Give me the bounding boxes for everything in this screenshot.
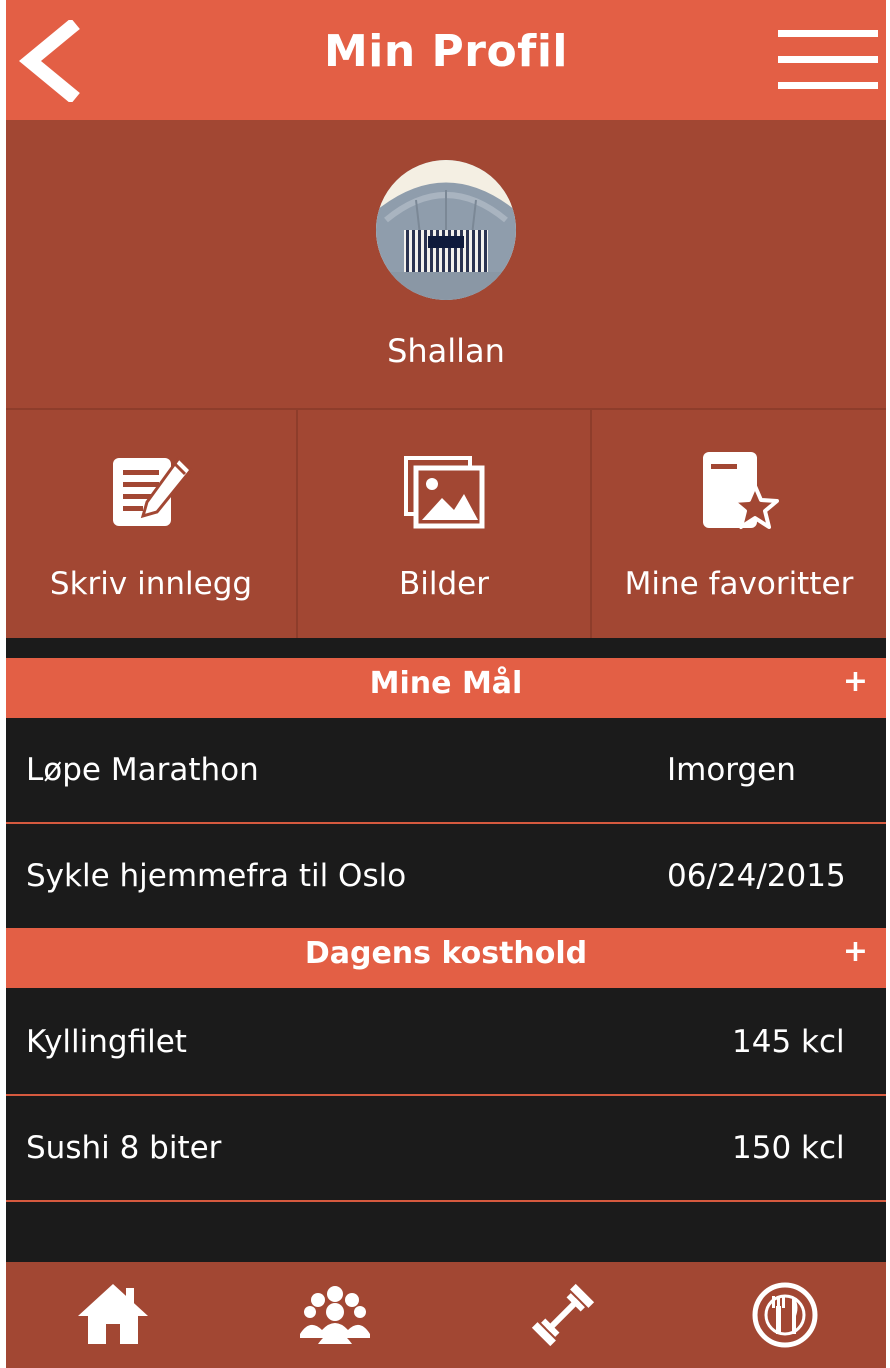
pictures-icon: [404, 456, 485, 529]
goals-title: Mine Mål: [369, 666, 523, 701]
goal-name: Løpe Marathon: [26, 752, 259, 788]
meal-name: Sushi 8 biter: [26, 1130, 222, 1166]
diet-title: Dagens kosthold: [304, 936, 588, 971]
nav-training-button[interactable]: [526, 1278, 600, 1352]
hamburger-menu-button[interactable]: [778, 30, 878, 92]
favorites-icon: [703, 452, 779, 529]
write-post-button[interactable]: Skriv innlegg: [6, 410, 296, 638]
goal-name: Sykle hjemmefra til Oslo: [26, 858, 407, 894]
action-label: Mine favoritter: [624, 566, 854, 602]
menu-bar-icon: [778, 30, 878, 37]
meal-row[interactable]: Kyllingfilet 145 kcl: [6, 990, 886, 1096]
action-label: Skriv innlegg: [49, 566, 253, 602]
group-icon: [300, 1286, 370, 1344]
cap-photo: [376, 160, 516, 300]
page-title: Min Profil: [324, 26, 568, 77]
meal-name: Kyllingfilet: [26, 1024, 187, 1060]
dumbbell-icon: [531, 1283, 595, 1347]
menu-bar-icon: [778, 56, 878, 63]
goal-date: Imorgen: [667, 752, 796, 788]
nav-community-button[interactable]: [298, 1278, 372, 1352]
goal-date: 06/24/2015: [667, 858, 846, 894]
plate-cutlery-icon: [752, 1282, 818, 1348]
avatar[interactable]: [376, 160, 516, 300]
nav-home-button[interactable]: [76, 1278, 150, 1352]
meal-row[interactable]: Sushi 8 biter 150 kcl: [6, 1096, 886, 1202]
app-screen: Min Profil Shallan Skriv innlegg Bilder …: [6, 0, 886, 1368]
add-goal-button[interactable]: +: [843, 664, 868, 699]
action-label: Bilder: [399, 566, 489, 602]
top-bar: Min Profil: [6, 0, 886, 120]
meal-calories: 150 kcl: [732, 1130, 845, 1166]
username: Shallan: [387, 332, 505, 370]
goal-row[interactable]: Løpe Marathon Imorgen: [6, 718, 886, 824]
bottom-navigation: [6, 1262, 886, 1368]
goals-section-header: Mine Mål +: [6, 658, 886, 718]
profile-card: Shallan: [6, 120, 886, 408]
pictures-button[interactable]: Bilder: [298, 410, 590, 638]
favorites-button[interactable]: Mine favoritter: [592, 410, 886, 638]
goal-row[interactable]: Sykle hjemmefra til Oslo 06/24/2015: [6, 824, 886, 930]
action-grid: Skriv innlegg Bilder Mine favoritter: [6, 408, 886, 638]
diet-section-header: Dagens kosthold +: [6, 928, 886, 988]
nav-diet-button[interactable]: [748, 1278, 822, 1352]
write-post-icon: [113, 455, 193, 526]
meal-calories: 145 kcl: [732, 1024, 845, 1060]
menu-bar-icon: [778, 82, 878, 89]
home-icon: [78, 1284, 148, 1344]
add-meal-button[interactable]: +: [843, 934, 868, 969]
